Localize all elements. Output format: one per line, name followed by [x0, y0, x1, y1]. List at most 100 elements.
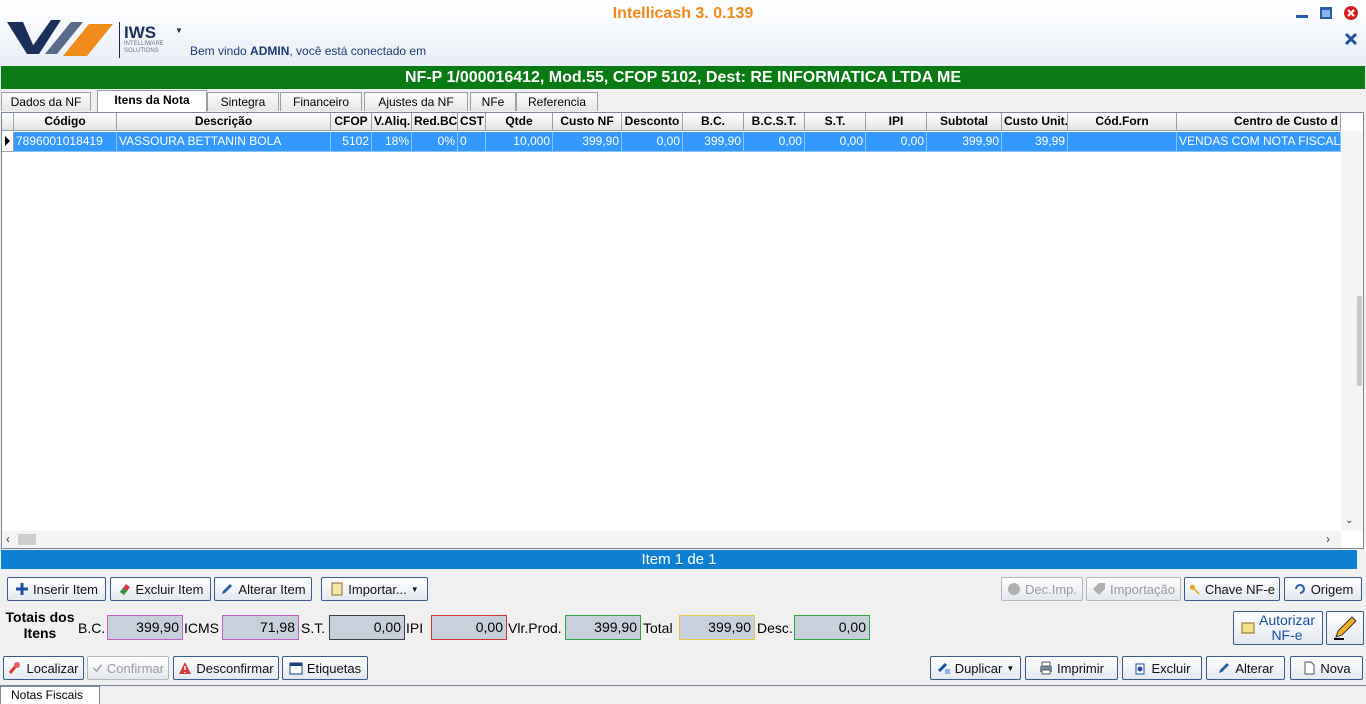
grid-header-subtotal[interactable]: Subtotal: [927, 113, 1002, 131]
app-header: IWS INTELLIWARE SOLUTIONS ▼ Bem vindo AD…: [0, 0, 1366, 67]
grid-header-redbc[interactable]: Red.BC: [412, 113, 458, 131]
origem-button[interactable]: Origem: [1284, 577, 1362, 601]
table-cell-ipi[interactable]: 0,00: [866, 132, 927, 152]
minimize-icon[interactable]: [1294, 5, 1310, 21]
table-cell-qtde[interactable]: 10,000: [486, 132, 553, 152]
nova-button[interactable]: Nova: [1290, 656, 1363, 680]
table-cell-bcst[interactable]: 0,00: [744, 132, 805, 152]
imprimir-button[interactable]: Imprimir: [1025, 656, 1118, 680]
vertical-scrollbar[interactable]: ⌄: [1341, 131, 1363, 531]
desconfirmar-label: Desconfirmar: [196, 660, 274, 676]
grid-header-valiq[interactable]: V.Aliq.: [372, 113, 412, 131]
grid-header-qtde[interactable]: Qtde: [486, 113, 553, 131]
delete-item-label: Excluir Item: [135, 581, 204, 597]
note-icon: [1241, 622, 1255, 634]
delete-item-button[interactable]: Excluir Item: [110, 577, 211, 601]
warning-icon: [179, 662, 192, 674]
circle-icon: [1007, 583, 1020, 595]
duplicar-button[interactable]: Duplicar ▼: [930, 656, 1021, 680]
sign-button[interactable]: [1326, 611, 1364, 645]
grid-header-cfop[interactable]: CFOP: [331, 113, 372, 131]
autorizar-nfe-button[interactable]: Autorizar NF-e: [1233, 611, 1323, 645]
etiquetas-button[interactable]: Etiquetas: [282, 656, 368, 680]
horizontal-scroll-thumb[interactable]: [18, 534, 36, 545]
table-cell-custo-nf[interactable]: 399,90: [553, 132, 622, 152]
grid-header-desconto[interactable]: Desconto: [622, 113, 683, 131]
grid-header-codigo[interactable]: Código: [14, 113, 117, 131]
tab-notas-fiscais[interactable]: Notas Fiscais: [0, 686, 100, 704]
table-cell-desconto[interactable]: 0,00: [622, 132, 683, 152]
tab-dados-da-nf[interactable]: Dados da NF: [1, 92, 91, 111]
grid-header-cod-forn[interactable]: Cód.Forn: [1068, 113, 1177, 131]
vlr-prod-label: Vlr.Prod.: [508, 620, 562, 636]
grid-header-bcst[interactable]: B.C.S.T.: [744, 113, 805, 131]
table-cell-cfop[interactable]: 5102: [331, 132, 372, 152]
confirmar-button[interactable]: Confirmar: [87, 656, 169, 680]
calendar-icon: [289, 662, 303, 675]
duplicate-icon: [937, 662, 950, 674]
check-icon: [93, 664, 102, 673]
importacao-button[interactable]: Importação: [1086, 577, 1181, 601]
grid-header-custo-unit[interactable]: Custo Unit.: [1002, 113, 1068, 131]
tab-financeiro[interactable]: Financeiro: [280, 92, 362, 111]
total-field: 399,90: [679, 615, 755, 640]
grid-header-bc[interactable]: B.C.: [683, 113, 744, 131]
table-cell-valiq[interactable]: 18%: [372, 132, 412, 152]
table-cell-st[interactable]: 0,00: [805, 132, 866, 152]
grid-header-cst[interactable]: CST: [458, 113, 486, 131]
import-button[interactable]: Importar... ▼: [321, 577, 428, 601]
tab-ajustes-da-nf[interactable]: Ajustes da NF: [364, 92, 468, 111]
items-grid[interactable]: Código Descrição CFOP V.Aliq. Red.BC CST…: [1, 112, 1364, 549]
scroll-down-icon[interactable]: ⌄: [1345, 515, 1353, 526]
insert-item-label: Inserir Item: [32, 581, 98, 597]
table-cell-cst[interactable]: 0: [458, 132, 486, 152]
scroll-right-icon[interactable]: ›: [1326, 532, 1330, 546]
total-icms-field: 71,98: [222, 615, 299, 640]
edit-item-button[interactable]: Alterar Item: [214, 577, 312, 601]
total-label: Total: [643, 620, 673, 636]
tab-sintegra[interactable]: Sintegra: [207, 92, 279, 111]
chave-nfe-button[interactable]: Chave NF-e: [1184, 577, 1280, 601]
import-label: Importar...: [348, 581, 407, 597]
tab-referencia[interactable]: Referencia: [516, 92, 598, 111]
desconfirmar-button[interactable]: Desconfirmar: [173, 656, 279, 680]
table-cell-descricao[interactable]: VASSOURA BETTANIN BOLA: [117, 132, 331, 152]
alterar-label: Alterar: [1235, 660, 1274, 676]
table-cell-subtotal[interactable]: 399,90: [927, 132, 1002, 152]
app-title: Intellicash 3. 0.139: [612, 5, 754, 22]
signature-pen-icon: [1334, 616, 1357, 640]
grid-header-st[interactable]: S.T.: [805, 113, 866, 131]
imprimir-label: Imprimir: [1057, 660, 1104, 676]
logo-divider: [119, 22, 120, 58]
localizar-button[interactable]: Localizar: [3, 656, 84, 680]
edit-item-label: Alterar Item: [238, 581, 306, 597]
dec-imp-button[interactable]: Dec.Imp.: [1001, 577, 1083, 601]
pencil-icon: [1219, 663, 1230, 673]
table-cell-cod-forn[interactable]: [1068, 132, 1177, 152]
table-cell-custo-unit[interactable]: 39,99: [1002, 132, 1068, 152]
table-cell-codigo[interactable]: 7896001018419: [14, 132, 117, 152]
table-cell-redbc[interactable]: 0%: [412, 132, 458, 152]
table-cell-centro-custo[interactable]: VENDAS COM NOTA FISCAL: [1177, 132, 1341, 152]
grid-header-ipi[interactable]: IPI: [866, 113, 927, 131]
logo-menu-arrow-icon[interactable]: ▼: [175, 26, 183, 35]
tab-nfe[interactable]: NFe: [470, 92, 516, 111]
grid-header-descricao[interactable]: Descrição: [117, 113, 331, 131]
maximize-icon[interactable]: [1318, 5, 1334, 21]
vertical-scroll-thumb[interactable]: [1357, 296, 1362, 386]
localizar-label: Localizar: [26, 660, 79, 676]
origem-label: Origem: [1310, 581, 1354, 597]
st-label: S.T.: [301, 620, 326, 636]
tab-itens-da-nota[interactable]: Itens da Nota: [97, 90, 207, 112]
close-window-icon[interactable]: [1343, 31, 1359, 47]
close-app-icon[interactable]: [1343, 5, 1359, 21]
grid-header-custo-nf[interactable]: Custo NF: [553, 113, 622, 131]
excluir-button[interactable]: Excluir: [1122, 656, 1202, 680]
horizontal-scrollbar[interactable]: ‹ ›: [2, 531, 1341, 548]
grid-header-centro-custo[interactable]: Centro de Custo d: [1177, 113, 1341, 131]
insert-item-button[interactable]: Inserir Item: [7, 577, 106, 601]
scroll-left-icon[interactable]: ‹: [6, 532, 10, 546]
alterar-button[interactable]: Alterar: [1206, 656, 1285, 680]
table-cell-bc[interactable]: 399,90: [683, 132, 744, 152]
total-ipi-field: 0,00: [431, 615, 507, 640]
